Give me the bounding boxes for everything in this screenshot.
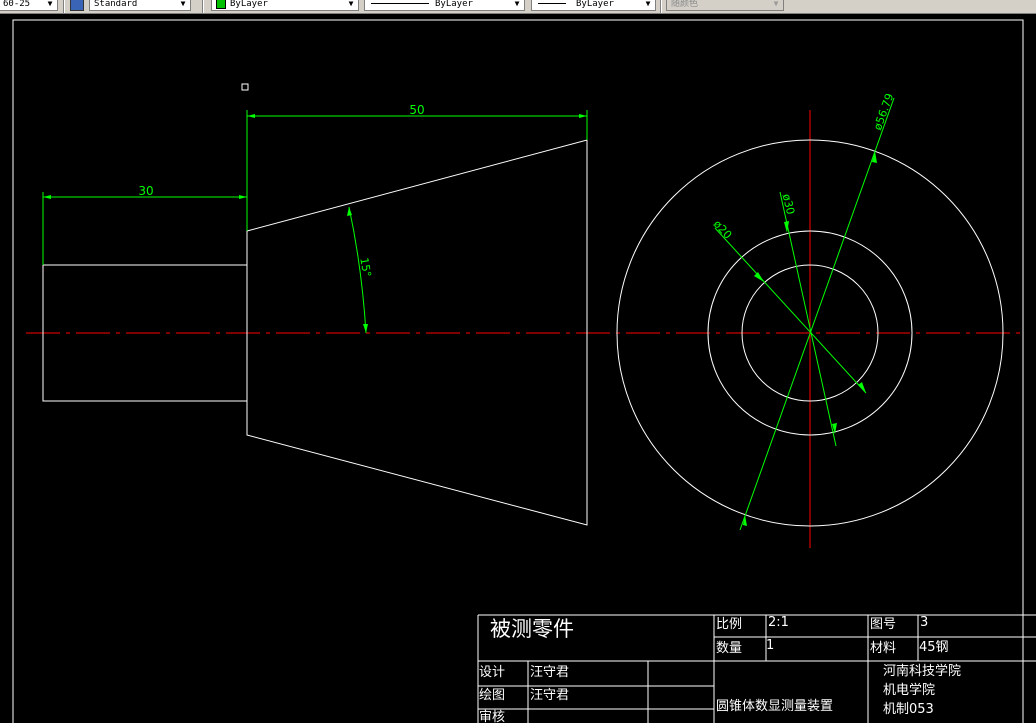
design-label: 设计 xyxy=(479,665,505,680)
assembly-name: 圆锥体数显测量装置 xyxy=(716,699,833,714)
scale-value: 2:1 xyxy=(768,615,789,630)
material-value: 45钢 xyxy=(919,640,949,655)
dim-30-label: 30 xyxy=(138,184,153,198)
dim-50-label: 50 xyxy=(409,103,424,117)
dimension-angle: 15° xyxy=(347,206,374,334)
dim-dia-56-label: ø56.79 xyxy=(871,92,896,132)
review-label: 审核 xyxy=(479,710,505,723)
school-name: 河南科技学院 xyxy=(883,663,961,679)
linetype-dropdown[interactable]: ByLayer ▼ xyxy=(364,0,525,11)
title-block: 被测零件 比例 2:1 图号 3 数量 1 材料 45钢 设计 汪守君 绘图 汪… xyxy=(477,614,1036,723)
material-label: 材料 xyxy=(870,641,896,656)
drawing-no-value: 3 xyxy=(920,615,928,630)
dimension-dia-56: ø56.79 xyxy=(739,92,896,531)
class-name: 机制053 xyxy=(883,702,934,717)
drawing-no-label: 图号 xyxy=(870,617,896,632)
part-name: 被测零件 xyxy=(490,617,574,641)
color-dropdown[interactable]: ByLayer ▼ xyxy=(211,0,359,11)
chevron-down-icon: ▼ xyxy=(47,0,53,8)
dim-dia-30-label: ø30 xyxy=(780,193,797,216)
plot-style-dropdown[interactable]: 随颜色 ▼ xyxy=(666,0,784,11)
dimension-dia-30: ø30 xyxy=(779,191,837,447)
table-style-icon[interactable] xyxy=(70,0,84,11)
linetype-value: ByLayer xyxy=(435,0,473,9)
dim-style-dropdown[interactable]: 60-25 ▼ xyxy=(0,0,58,11)
dim-style-value: 60-25 xyxy=(3,0,31,9)
chevron-down-icon: ▼ xyxy=(645,0,651,8)
dimension-30: 30 xyxy=(42,110,248,265)
dim-angle-label: 15° xyxy=(357,257,373,278)
color-value: ByLayer xyxy=(230,0,268,9)
table-style-dropdown[interactable]: Standard ▼ xyxy=(89,0,191,11)
properties-toolbar: 60-25 ▼ Standard ▼ ByLayer ▼ ByLayer ▼ B… xyxy=(0,0,1036,14)
toolbar-separator xyxy=(660,0,662,13)
design-value: 汪守君 xyxy=(530,665,569,680)
qty-value: 1 xyxy=(766,638,774,653)
table-style-value: Standard xyxy=(94,0,138,9)
linetype-preview-icon xyxy=(371,3,429,4)
chevron-down-icon: ▼ xyxy=(180,0,186,8)
toolbar-separator xyxy=(63,0,65,13)
chevron-down-icon: ▼ xyxy=(773,0,779,8)
drawing-canvas[interactable]: 30 50 15° ø20 ø30 ø56.79 被测零件 比例 2:1 图号 … xyxy=(0,14,1036,723)
draw-value: 汪守君 xyxy=(530,688,569,703)
scale-label: 比例 xyxy=(716,617,742,632)
lineweight-value: ByLayer xyxy=(576,0,614,9)
dimension-50: 50 xyxy=(247,103,588,140)
toolbar-separator xyxy=(202,0,204,13)
dimension-dia-20: ø20 xyxy=(711,218,867,394)
plot-style-value: 随颜色 xyxy=(671,0,699,9)
qty-label: 数量 xyxy=(716,641,742,656)
college-name: 机电学院 xyxy=(883,682,935,698)
lineweight-dropdown[interactable]: ByLayer ▼ xyxy=(531,0,656,11)
chevron-down-icon: ▼ xyxy=(348,0,354,8)
dim-dia-20-label: ø20 xyxy=(711,218,735,242)
lineweight-preview-icon xyxy=(538,3,566,4)
draw-label: 绘图 xyxy=(479,688,505,703)
color-swatch-icon xyxy=(216,0,226,9)
chevron-down-icon: ▼ xyxy=(514,0,520,8)
grip-marker-icon xyxy=(241,83,249,91)
